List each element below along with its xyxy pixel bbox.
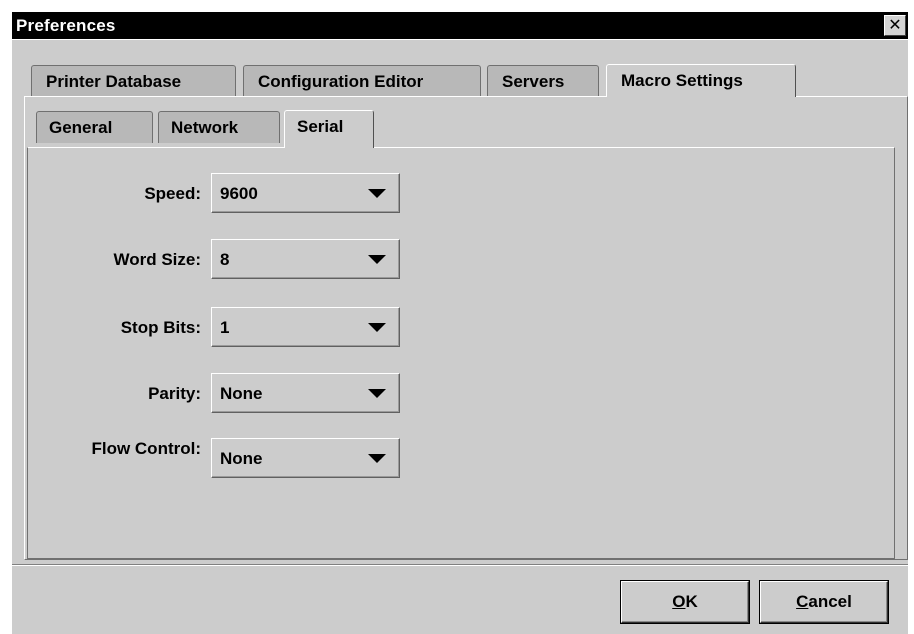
tab-label: Network [171, 118, 239, 137]
flow-control-value: None [220, 449, 263, 468]
cancel-button[interactable]: Cancel [760, 581, 888, 623]
stop-bits-select[interactable]: 1 [211, 307, 400, 347]
close-icon: ✕ [888, 17, 902, 34]
stop-bits-label: Stop Bits: [120, 318, 201, 337]
tab-label: General [49, 118, 113, 137]
tab-general[interactable]: General [36, 111, 153, 143]
tab-label: Configuration Editor [258, 72, 424, 91]
dialog-body: Printer Database Configuration Editor Se… [12, 40, 908, 634]
cancel-label: ancel [808, 592, 852, 611]
button-divider [12, 564, 908, 566]
tab-configuration-editor[interactable]: Configuration Editor [243, 65, 481, 97]
preferences-window: Preferences ✕ Printer Database Configura… [0, 0, 914, 634]
tab-serial[interactable]: Serial [284, 110, 374, 148]
word-size-label: Word Size: [113, 250, 201, 269]
parity-value: None [220, 384, 263, 403]
tab-printer-database[interactable]: Printer Database [31, 65, 236, 97]
tab-macro-settings[interactable]: Macro Settings [606, 64, 796, 97]
window-title: Preferences [16, 16, 116, 35]
word-size-select[interactable]: 8 [211, 239, 400, 279]
chevron-down-icon [368, 389, 386, 398]
cancel-mnemonic: C [796, 592, 809, 611]
stop-bits-value: 1 [220, 318, 230, 337]
close-button[interactable]: ✕ [884, 15, 906, 36]
speed-label: Speed: [144, 184, 201, 203]
chevron-down-icon [368, 323, 386, 332]
tab-label: Printer Database [46, 72, 182, 91]
ok-button[interactable]: OK [621, 581, 749, 623]
serial-panel: Speed: 9600 Word Size: 8 Stop Bits: 1 Pa… [27, 147, 895, 559]
parity-select[interactable]: None [211, 373, 400, 413]
ok-mnemonic: O [672, 592, 686, 611]
tab-label: Serial [297, 117, 344, 136]
word-size-value: 8 [220, 250, 230, 269]
tab-servers[interactable]: Servers [487, 65, 599, 97]
speed-select[interactable]: 9600 [211, 173, 400, 213]
speed-value: 9600 [220, 184, 258, 203]
flow-control-label: Flow Control: [91, 439, 201, 458]
tab-label: Servers [502, 72, 565, 91]
chevron-down-icon [368, 454, 386, 463]
chevron-down-icon [368, 255, 386, 264]
ok-label: K [685, 592, 698, 611]
chevron-down-icon [368, 189, 386, 198]
flow-control-select[interactable]: None [211, 438, 400, 478]
tab-network[interactable]: Network [158, 111, 280, 143]
tab-label: Macro Settings [621, 71, 743, 90]
title-bar[interactable]: Preferences ✕ [12, 12, 908, 39]
parity-label: Parity: [148, 384, 201, 403]
